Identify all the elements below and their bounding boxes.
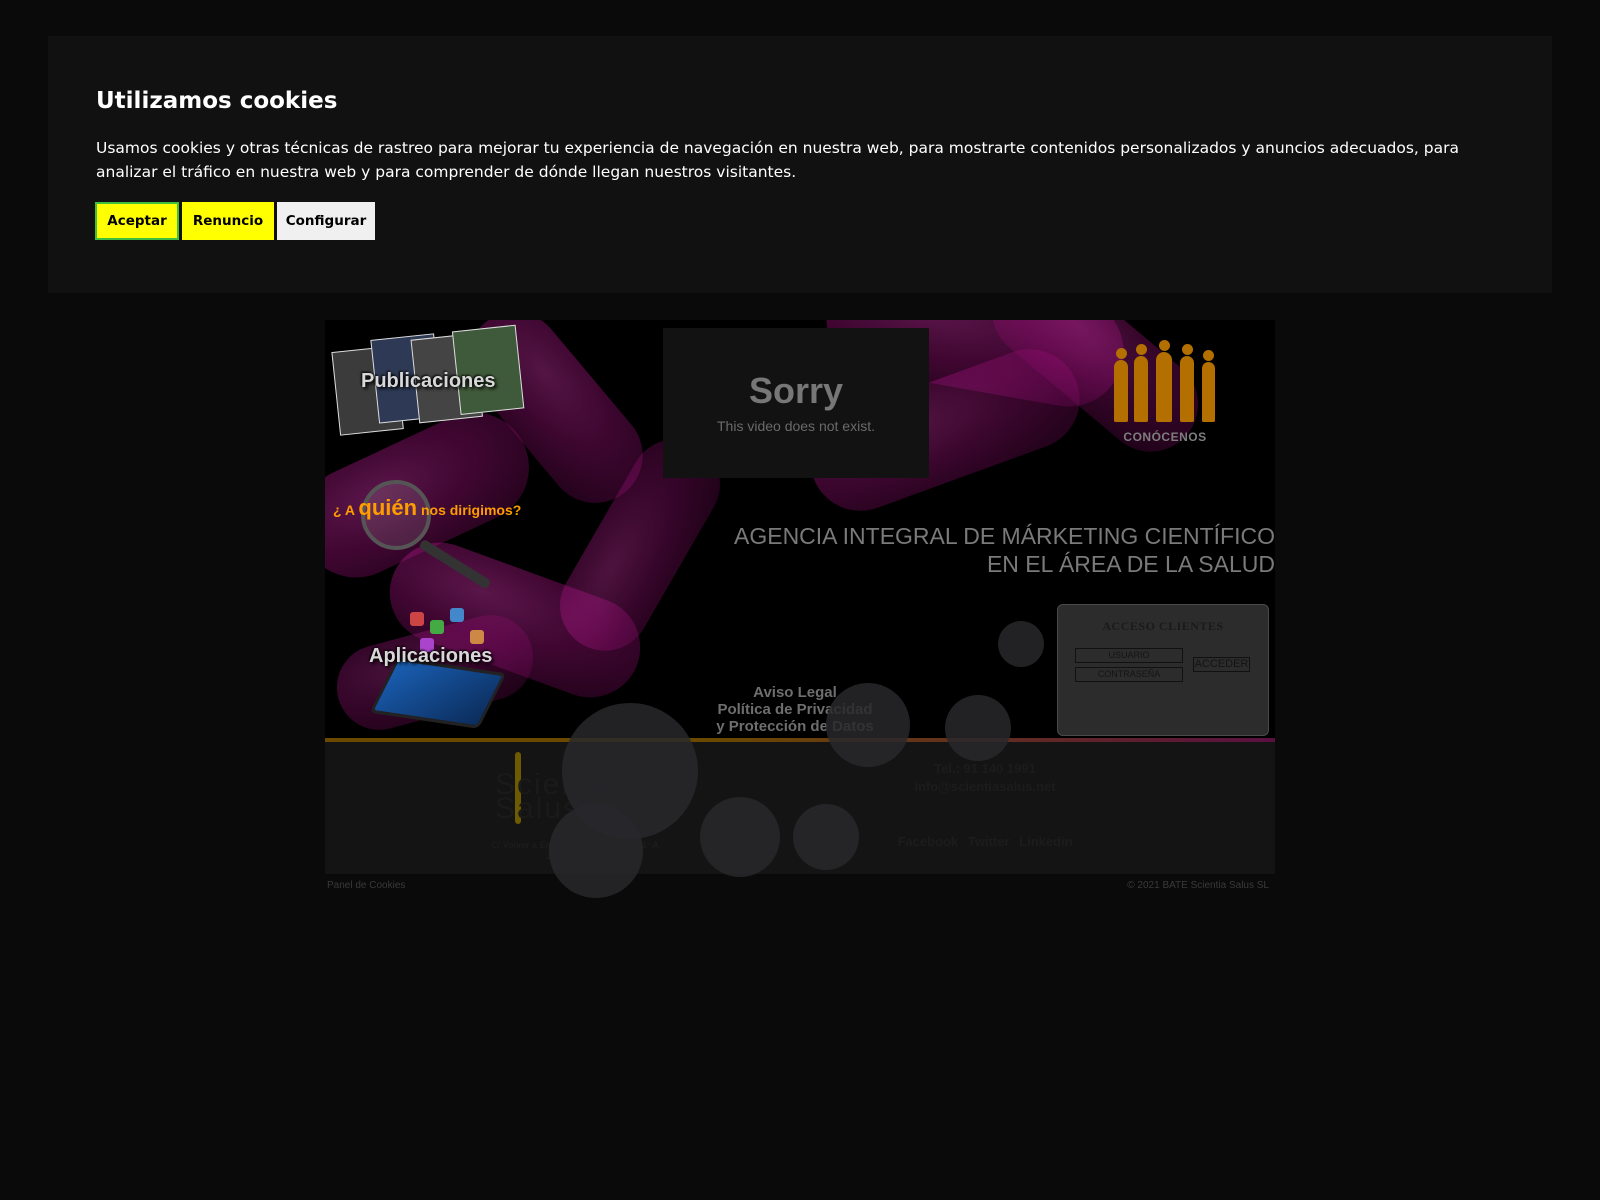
bottom-bar: Panel de Cookies © 2021 BATE Scientia Sa… (325, 880, 1275, 894)
email-link[interactable]: info@scientiasalus.net (885, 778, 1085, 796)
app-icon (450, 608, 464, 622)
client-access-panel: ACCESO CLIENTES USUARIO CONTRASEÑA ACCED… (1057, 604, 1269, 736)
quien-suffix: nos dirigimos? (420, 502, 522, 518)
cookie-banner-title: Utilizamos cookies (96, 88, 338, 114)
conocenos-link[interactable]: CONÓCENOS (1095, 430, 1235, 444)
video-error-message: This video does not exist. (717, 418, 875, 434)
configure-cookies-button[interactable]: Configurar (277, 202, 375, 240)
video-error-title: Sorry (748, 370, 844, 411)
decorative-bubble (945, 695, 1011, 761)
team-silhouettes-icon[interactable] (1110, 338, 1220, 422)
reject-cookies-button[interactable]: Renuncio (182, 202, 274, 240)
cookie-consent-banner: Utilizamos cookies Usamos cookies y otra… (48, 36, 1552, 293)
aplicaciones-link[interactable]: Aplicaciones (369, 645, 492, 668)
app-icon (430, 620, 444, 634)
publicaciones-link[interactable]: Publicaciones (361, 370, 496, 393)
twitter-link[interactable]: Twitter (968, 834, 1010, 849)
usuario-input[interactable]: USUARIO (1075, 648, 1183, 663)
accept-cookies-button[interactable]: Aceptar (95, 202, 179, 240)
person-silhouette (1114, 348, 1128, 422)
tagline-line-2: EN EL ÁREA DE LA SALUD (986, 551, 1275, 577)
client-access-title: ACCESO CLIENTES (1102, 619, 1224, 633)
decorative-bubble (826, 683, 910, 767)
person-silhouette (1156, 340, 1172, 422)
quien-prefix: ¿ A (333, 502, 355, 518)
cookie-banner-text: Usamos cookies y otras técnicas de rastr… (96, 139, 1459, 181)
decorative-bubble (793, 804, 859, 870)
quien-highlight: quién (358, 495, 418, 520)
password-input[interactable]: CONTRASEÑA (1075, 667, 1183, 682)
person-silhouette (1202, 350, 1215, 422)
decorative-bubble (549, 804, 643, 898)
decorative-bubble (700, 797, 780, 877)
quien-nos-dirigimos-link[interactable]: ¿ A quién nos dirigimos? (333, 495, 521, 521)
linkedin-link[interactable]: Linkedin (1019, 834, 1072, 849)
person-silhouette (1180, 344, 1194, 422)
contact-info: Tel.: 91 140 1991 info@scientiasalus.net (885, 760, 1085, 796)
tagline-line-1: AGENCIA INTEGRAL DE MÁRKETING CIENTÍFICO (734, 523, 1275, 549)
social-links: Facebook Twitter Linkedin (885, 834, 1085, 849)
facebook-link[interactable]: Facebook (897, 834, 958, 849)
panel-cookies-link[interactable]: Panel de Cookies (327, 880, 405, 891)
person-silhouette (1134, 344, 1148, 422)
decorative-bubble (998, 621, 1044, 667)
phone-number: Tel.: 91 140 1991 (934, 761, 1036, 776)
agency-tagline: AGENCIA INTEGRAL DE MÁRKETING CIENTÍFICO… (675, 522, 1275, 578)
app-icon (470, 630, 484, 644)
hero-banner: Publicaciones ¿ A quién nos dirigimos? A… (325, 320, 1275, 738)
video-player[interactable]: Sorry This video does not exist. (663, 328, 929, 478)
copyright-notice: © 2021 BATE Scientia Salus SL (1127, 880, 1269, 891)
acceder-button[interactable]: ACCEDER (1193, 657, 1250, 672)
app-icon (410, 612, 424, 626)
